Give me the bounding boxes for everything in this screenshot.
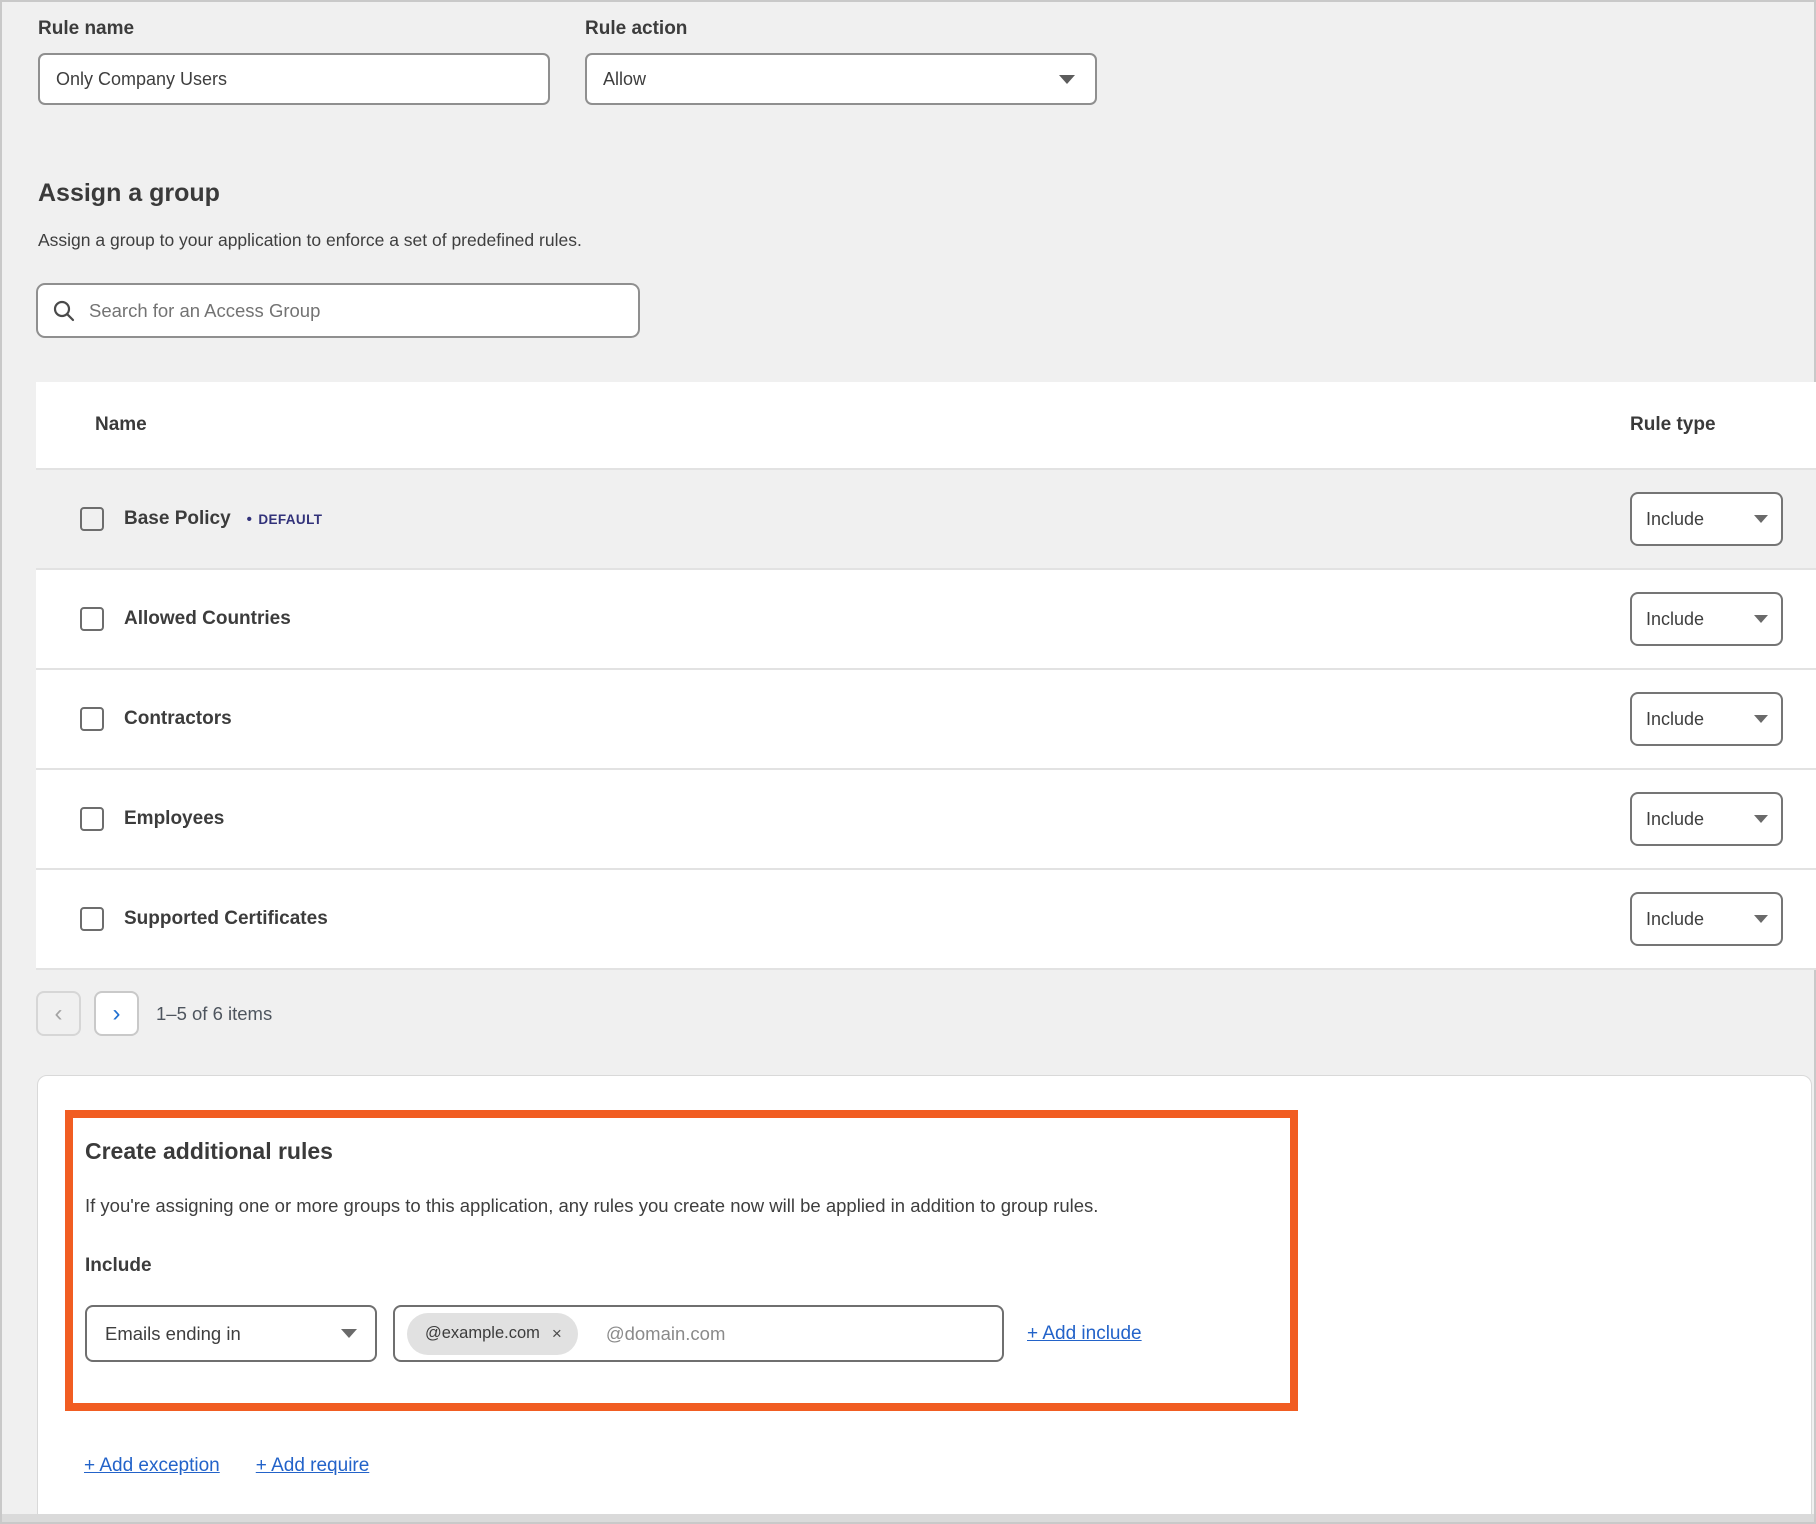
assign-group-description: Assign a group to your application to en…	[38, 230, 1814, 251]
rule-type-select[interactable]: Include	[1630, 692, 1783, 746]
group-name: Supported Certificates	[124, 908, 328, 930]
add-include-link[interactable]: + Add include	[1027, 1323, 1142, 1345]
rule-type-value: Include	[1646, 809, 1704, 830]
chevron-right-icon: ›	[113, 1002, 121, 1026]
row-right-cell: Include	[1630, 592, 1816, 646]
rule-type-value: Include	[1646, 509, 1704, 530]
email-domain-chip: @example.com ×	[407, 1313, 578, 1355]
create-additional-rules-highlight: Create additional rules If you're assign…	[65, 1110, 1298, 1411]
rule-type-select[interactable]: Include	[1630, 792, 1783, 846]
rule-type-select[interactable]: Include	[1630, 892, 1783, 946]
include-rule-row: Emails ending in @example.com × + Add in…	[85, 1305, 1266, 1362]
create-additional-rules-heading: Create additional rules	[85, 1138, 1266, 1165]
table-row: Supported Certificates Include	[36, 870, 1816, 970]
row-checkbox[interactable]	[80, 807, 104, 831]
group-name: Employees	[124, 808, 224, 830]
add-exception-link[interactable]: + Add exception	[84, 1455, 220, 1477]
group-name: Allowed Countries	[124, 608, 291, 630]
rule-action-value: Allow	[603, 69, 646, 90]
chevron-down-icon	[1754, 615, 1768, 623]
pagination-label: 1–5 of 6 items	[156, 1003, 272, 1025]
rule-form-row: Rule name Rule action Allow	[2, 18, 1814, 105]
row-left-cell: Contractors	[36, 707, 1630, 731]
rule-type-select[interactable]: Include	[1630, 492, 1783, 546]
rule-type-value: Include	[1646, 609, 1704, 630]
rule-type-value: Include	[1646, 709, 1704, 730]
access-group-search[interactable]	[36, 283, 640, 338]
rule-type-value: Include	[1646, 909, 1704, 930]
create-additional-rules-description: If you're assigning one or more groups t…	[85, 1195, 1266, 1217]
access-groups-table: Name Rule type Base Policy • DEFAULT Incl…	[36, 382, 1816, 970]
table-row: Employees Include	[36, 770, 1816, 870]
row-left-cell: Base Policy • DEFAULT	[36, 507, 1630, 531]
rule-links-row: + Add exception + Add require	[84, 1455, 1811, 1477]
group-name: Contractors	[124, 708, 232, 730]
chevron-down-icon	[1754, 915, 1768, 923]
table-row: Contractors Include	[36, 670, 1816, 770]
search-icon	[52, 299, 76, 323]
rule-name-label: Rule name	[38, 18, 550, 40]
default-badge-label: DEFAULT	[258, 512, 322, 527]
rule-action-label: Rule action	[585, 18, 1097, 40]
chevron-down-icon	[1059, 75, 1075, 84]
row-left-cell: Supported Certificates	[36, 907, 1630, 931]
rule-action-select[interactable]: Allow	[585, 53, 1097, 105]
next-page-button[interactable]: ›	[94, 991, 139, 1036]
default-badge: • DEFAULT	[247, 511, 323, 528]
add-require-link[interactable]: + Add require	[256, 1455, 370, 1477]
previous-page-button[interactable]: ‹	[36, 991, 81, 1036]
row-checkbox[interactable]	[80, 607, 104, 631]
rule-action-field-group: Rule action Allow	[585, 18, 1097, 105]
pagination: ‹ › 1–5 of 6 items	[36, 991, 1814, 1036]
table-row: Allowed Countries Include	[36, 570, 1816, 670]
chevron-down-icon	[341, 1329, 357, 1338]
row-checkbox[interactable]	[80, 707, 104, 731]
rule-type-select[interactable]: Include	[1630, 592, 1783, 646]
row-right-cell: Include	[1630, 692, 1816, 746]
group-name: Base Policy	[124, 508, 231, 530]
email-domains-tag-input[interactable]: @example.com ×	[393, 1305, 1004, 1362]
row-left-cell: Allowed Countries	[36, 607, 1630, 631]
row-right-cell: Include	[1630, 792, 1816, 846]
table-row: Base Policy • DEFAULT Include	[36, 470, 1816, 570]
badge-bullet-icon: •	[247, 511, 253, 528]
chevron-down-icon	[1754, 515, 1768, 523]
column-header-rule-type: Rule type	[1630, 414, 1816, 436]
row-checkbox[interactable]	[80, 907, 104, 931]
column-header-name: Name	[36, 414, 1630, 436]
row-right-cell: Include	[1630, 492, 1816, 546]
chip-label: @example.com	[425, 1324, 540, 1343]
row-checkbox[interactable]	[80, 507, 104, 531]
chevron-down-icon	[1754, 815, 1768, 823]
search-input[interactable]	[89, 300, 624, 322]
rule-criteria-select[interactable]: Emails ending in	[85, 1305, 377, 1362]
row-right-cell: Include	[1630, 892, 1816, 946]
table-header-row: Name Rule type	[36, 382, 1816, 470]
rule-name-field-group: Rule name	[38, 18, 550, 105]
rule-criteria-value: Emails ending in	[105, 1323, 241, 1345]
access-rule-page: Rule name Rule action Allow Assign a gro…	[2, 2, 1814, 1522]
bottom-scrollbar[interactable]	[2, 1514, 1814, 1522]
assign-group-heading: Assign a group	[38, 179, 1814, 208]
include-section-label: Include	[85, 1255, 1266, 1277]
rule-name-input[interactable]	[38, 53, 550, 105]
domain-input[interactable]	[606, 1323, 990, 1345]
chevron-down-icon	[1754, 715, 1768, 723]
close-icon[interactable]: ×	[552, 1325, 562, 1342]
chevron-left-icon: ‹	[55, 1002, 63, 1026]
row-left-cell: Employees	[36, 807, 1630, 831]
additional-rules-card: Create additional rules If you're assign…	[37, 1075, 1812, 1522]
